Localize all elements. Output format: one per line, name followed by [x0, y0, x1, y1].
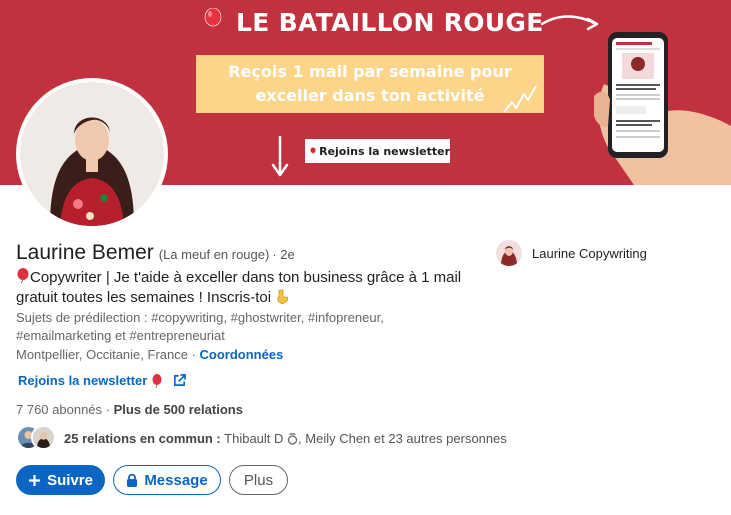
relations-count[interactable]: Plus de 500 relations	[114, 402, 243, 417]
balloon-icon	[204, 8, 222, 29]
profile-avatar[interactable]	[16, 78, 168, 230]
mutual-names-1: Thibault D	[224, 430, 284, 446]
profile-photo	[20, 82, 164, 226]
company-name: Laurine Copywriting	[532, 245, 647, 261]
newsletter-link-text: Rejoins la newsletter	[18, 373, 148, 388]
more-button[interactable]: Plus	[229, 465, 288, 495]
message-label: Message	[144, 471, 208, 489]
avatar	[31, 425, 56, 450]
arrow-down-icon	[271, 135, 289, 177]
follow-label: Suivre	[47, 471, 93, 489]
banner-title: LE BATAILLON ROUGE	[236, 8, 544, 37]
balloon-icon	[152, 373, 162, 388]
balloon-icon	[17, 268, 29, 284]
profile-headline: Copywriter | Je t'aide à exceller dans t…	[16, 268, 486, 308]
banner-newsletter-cta: Rejoins la newsletter	[305, 139, 450, 163]
profile-name-row: Laurine Bemer (La meuf en rouge) · 2e	[16, 241, 295, 265]
growth-arrow-icon	[503, 85, 537, 113]
profile-stats: 7 760 abonnés · Plus de 500 relations	[16, 402, 243, 417]
newsletter-link[interactable]: Rejoins la newsletter	[18, 373, 187, 388]
arrow-right-icon	[540, 15, 599, 31]
banner-promo: Reçois 1 mail par semaine pour exceller …	[196, 55, 544, 113]
lock-icon	[126, 473, 138, 487]
profile-pronoun: (La meuf en rouge)	[158, 247, 270, 262]
contact-info-link[interactable]: Coordonnées	[200, 347, 284, 362]
mutual-avatars	[16, 425, 58, 451]
ring-icon	[287, 432, 298, 445]
profile-location: Montpellier, Occitanie, France · Coordon…	[16, 347, 283, 362]
more-label: Plus	[243, 471, 274, 489]
mutual-connections[interactable]: 25 relations en commun : Thibault D , Me…	[16, 425, 507, 451]
headline-text: Copywriter | Je t'aide à exceller dans t…	[16, 269, 462, 306]
current-company[interactable]: Laurine Copywriting	[496, 240, 647, 266]
profile-name: Laurine Bemer	[16, 241, 154, 264]
message-button[interactable]: Message	[113, 465, 221, 495]
external-link-icon	[174, 374, 187, 386]
location-text: Montpellier, Occitanie, France	[16, 347, 188, 362]
mutual-count: 25 relations en commun :	[64, 430, 221, 446]
banner-cta-text: Rejoins la newsletter	[319, 144, 450, 158]
promo-line-2: exceller dans ton activité	[255, 86, 485, 105]
phone-illustration	[594, 32, 731, 185]
stats-separator: ·	[102, 402, 114, 417]
plus-icon	[28, 474, 41, 487]
company-logo	[496, 240, 522, 266]
mutual-text: 25 relations en commun : Thibault D , Me…	[64, 431, 507, 446]
follow-button[interactable]: Suivre	[16, 465, 105, 495]
mutual-names-2: , Meily Chen et 23 autres personnes	[298, 430, 507, 446]
balloon-icon	[310, 147, 316, 155]
promo-line-1: Reçois 1 mail par semaine pour	[228, 62, 512, 81]
location-separator: ·	[187, 347, 200, 362]
pointing-down-icon	[277, 289, 289, 305]
profile-topics: Sujets de prédilection : #copywriting, #…	[16, 310, 384, 343]
followers-count: 7 760 abonnés	[16, 402, 103, 417]
connection-degree: · 2e	[272, 247, 295, 262]
